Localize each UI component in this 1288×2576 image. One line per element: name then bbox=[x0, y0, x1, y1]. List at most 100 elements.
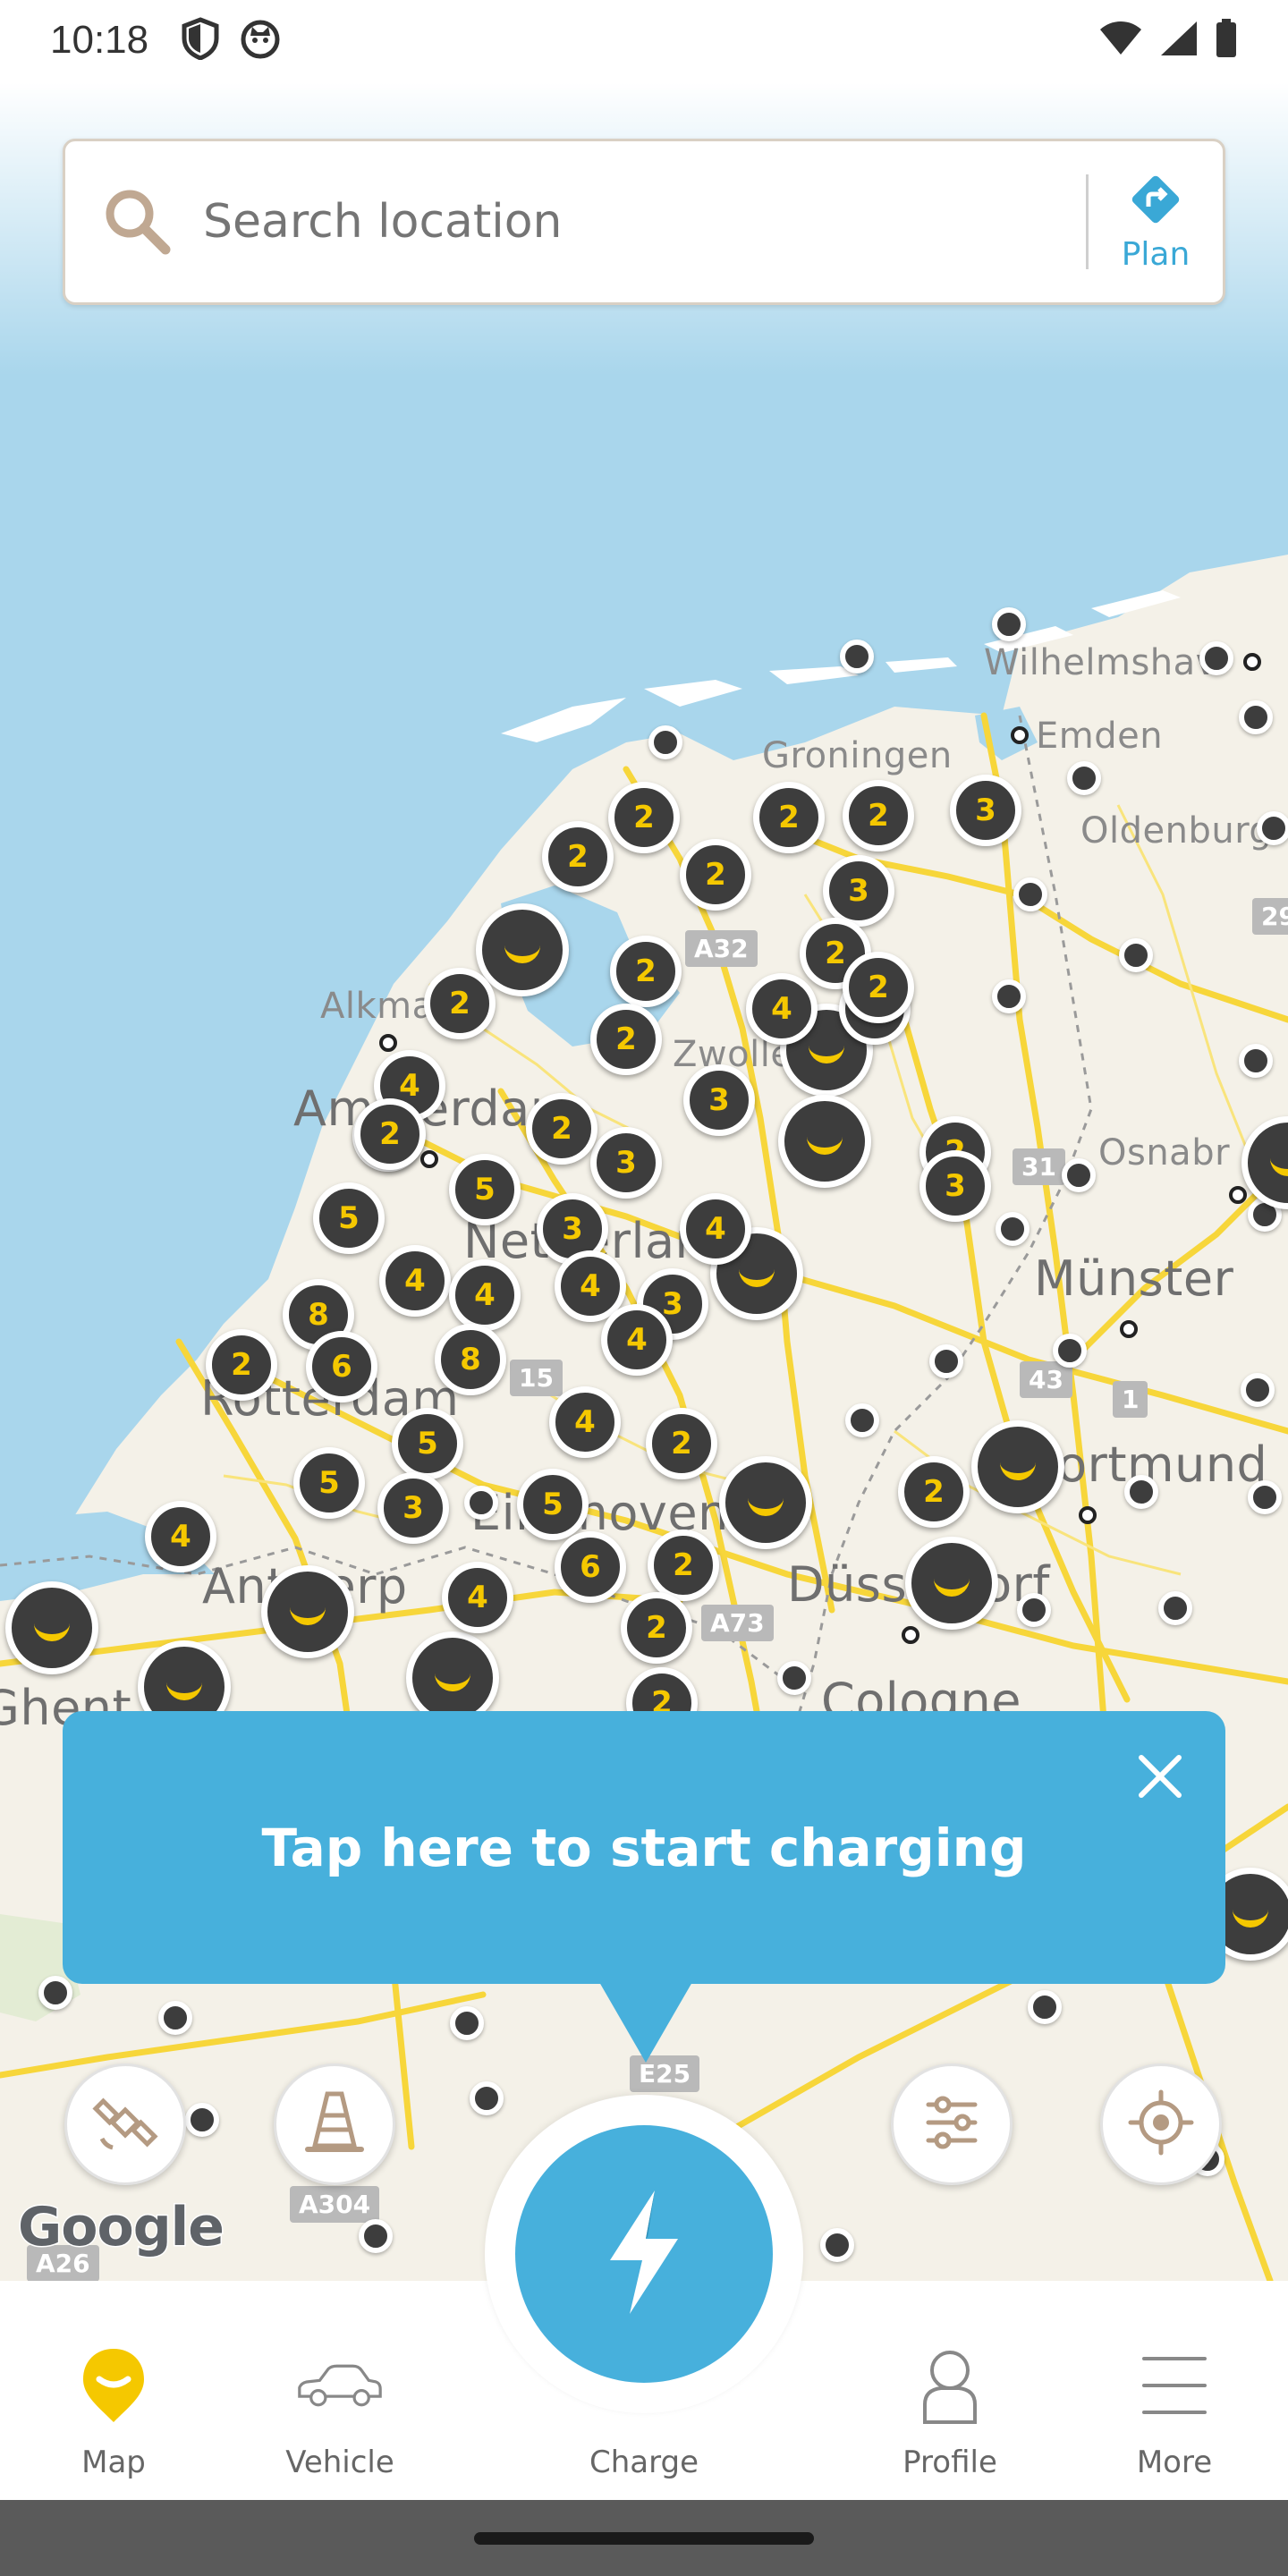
charging-station-marker[interactable] bbox=[840, 640, 874, 674]
charging-station-marker[interactable] bbox=[1028, 1990, 1062, 2024]
cluster-pin[interactable]: 2 bbox=[542, 821, 614, 893]
charging-station-marker[interactable] bbox=[1119, 938, 1153, 972]
charging-station-marker[interactable] bbox=[1013, 877, 1047, 911]
satellite-view-button[interactable] bbox=[64, 2063, 186, 2185]
cluster-pin[interactable]: 2 bbox=[753, 782, 825, 853]
cluster-pin[interactable]: 2 bbox=[898, 1456, 970, 1528]
cluster-pin[interactable]: 2 bbox=[206, 1329, 277, 1401]
cluster-pin[interactable]: 5 bbox=[313, 1182, 385, 1254]
cluster-pin[interactable]: 4 bbox=[379, 1245, 451, 1317]
shield-icon bbox=[181, 16, 220, 64]
charging-hub-pin[interactable] bbox=[778, 1095, 871, 1188]
cluster-pin[interactable]: 3 bbox=[377, 1472, 449, 1544]
charging-hub-pin[interactable] bbox=[905, 1537, 998, 1630]
cluster-pin[interactable]: 5 bbox=[449, 1154, 521, 1225]
charging-station-marker[interactable] bbox=[1241, 1373, 1275, 1407]
home-gesture-handle[interactable] bbox=[474, 2532, 814, 2545]
cluster-pin[interactable]: 2 bbox=[354, 1098, 426, 1170]
cluster-pin[interactable]: 2 bbox=[843, 780, 914, 852]
charging-station-marker[interactable] bbox=[450, 2006, 484, 2040]
sliders-icon bbox=[916, 2087, 987, 2163]
cluster-pin[interactable]: 2 bbox=[610, 936, 682, 1007]
charging-station-marker[interactable] bbox=[820, 2228, 854, 2262]
charging-station-marker[interactable] bbox=[185, 2103, 219, 2137]
cluster-pin[interactable]: 4 bbox=[746, 973, 818, 1045]
cluster-pin[interactable]: 2 bbox=[526, 1093, 597, 1165]
cluster-pin[interactable]: 5 bbox=[517, 1469, 589, 1540]
charging-station-marker[interactable] bbox=[1239, 700, 1273, 734]
cluster-pin[interactable]: 4 bbox=[145, 1501, 216, 1572]
charging-hub-pin[interactable] bbox=[719, 1456, 812, 1549]
charging-tooltip[interactable]: Tap here to start charging bbox=[63, 1711, 1225, 1984]
cluster-pin[interactable]: 2 bbox=[843, 952, 914, 1023]
battery-icon bbox=[1215, 18, 1238, 63]
charging-hub-pin[interactable] bbox=[261, 1565, 354, 1658]
nav-profile-label: Profile bbox=[902, 2445, 997, 2480]
cluster-pin[interactable]: 4 bbox=[442, 1562, 513, 1633]
cluster-pin[interactable]: 4 bbox=[549, 1386, 621, 1458]
plan-label: Plan bbox=[1121, 236, 1191, 273]
cluster-pin[interactable]: 4 bbox=[601, 1304, 673, 1376]
cluster-pin[interactable]: 3 bbox=[919, 1150, 991, 1222]
cluster-pin[interactable]: 2 bbox=[648, 1530, 719, 1601]
close-icon[interactable] bbox=[1129, 1745, 1191, 1808]
start-charging-button[interactable] bbox=[485, 2095, 803, 2413]
nav-more[interactable]: More bbox=[1085, 2281, 1264, 2500]
road-shield-1: 1 bbox=[1113, 1381, 1148, 1418]
cluster-pin[interactable]: 4 bbox=[449, 1259, 521, 1331]
charging-station-marker[interactable] bbox=[1248, 1480, 1282, 1514]
charging-station-marker[interactable] bbox=[158, 2001, 192, 2035]
cluster-pin[interactable]: 2 bbox=[621, 1592, 692, 1664]
charging-station-marker[interactable] bbox=[470, 2081, 504, 2115]
cluster-pin[interactable]: 3 bbox=[823, 855, 894, 927]
cluster-pin[interactable]: 8 bbox=[435, 1324, 506, 1395]
charging-station-marker[interactable] bbox=[929, 1344, 963, 1378]
cluster-pin[interactable]: 3 bbox=[950, 775, 1021, 846]
nav-profile[interactable]: Profile bbox=[860, 2281, 1039, 2500]
cluster-pin[interactable]: 3 bbox=[590, 1127, 662, 1199]
charging-hub-pin[interactable] bbox=[476, 903, 569, 996]
cluster-pin[interactable]: 2 bbox=[590, 1004, 662, 1075]
cluster-pin[interactable]: 4 bbox=[680, 1193, 751, 1265]
charging-station-marker[interactable] bbox=[464, 1486, 498, 1520]
charging-station-marker[interactable] bbox=[996, 1212, 1030, 1246]
search-input[interactable] bbox=[203, 195, 1086, 249]
charging-station-marker[interactable] bbox=[992, 979, 1026, 1013]
my-location-button[interactable] bbox=[1100, 2063, 1222, 2185]
charging-station-marker[interactable] bbox=[1257, 811, 1288, 845]
charging-station-marker[interactable] bbox=[1199, 641, 1233, 675]
charging-hub-pin[interactable] bbox=[5, 1581, 98, 1674]
charging-station-marker[interactable] bbox=[38, 1976, 72, 2010]
charging-station-marker[interactable] bbox=[1239, 1044, 1273, 1078]
nav-map[interactable]: Map bbox=[24, 2281, 203, 2500]
cluster-pin[interactable]: 6 bbox=[306, 1331, 377, 1402]
charging-station-marker[interactable] bbox=[845, 1403, 879, 1437]
charging-hub-pin[interactable] bbox=[971, 1420, 1064, 1513]
traffic-layer-button[interactable] bbox=[274, 2063, 395, 2185]
charging-station-marker[interactable] bbox=[1158, 1591, 1192, 1625]
satellite-icon bbox=[89, 2087, 161, 2163]
charging-station-marker[interactable] bbox=[1067, 761, 1101, 795]
charging-station-marker[interactable] bbox=[1017, 1593, 1051, 1627]
google-logo: Google bbox=[17, 2195, 226, 2260]
cluster-pin[interactable]: 5 bbox=[293, 1447, 365, 1519]
plan-route-button[interactable]: Plan bbox=[1089, 171, 1223, 273]
cluster-pin[interactable]: 3 bbox=[683, 1064, 755, 1136]
filter-button[interactable] bbox=[891, 2063, 1013, 2185]
cluster-pin[interactable]: 2 bbox=[646, 1408, 717, 1479]
cluster-pin[interactable]: 2 bbox=[424, 968, 496, 1039]
charging-station-marker[interactable] bbox=[1053, 1334, 1087, 1368]
nav-vehicle[interactable]: Vehicle bbox=[250, 2281, 429, 2500]
cluster-pin[interactable]: 5 bbox=[392, 1408, 463, 1479]
map-label-emden: Emden bbox=[1036, 716, 1164, 757]
charging-station-marker[interactable] bbox=[777, 1661, 811, 1695]
charging-station-marker[interactable] bbox=[648, 725, 682, 759]
cluster-pin[interactable]: 2 bbox=[608, 782, 680, 853]
charging-station-marker[interactable] bbox=[359, 2219, 393, 2253]
charging-station-marker[interactable] bbox=[992, 607, 1026, 641]
cluster-pin[interactable]: 6 bbox=[555, 1531, 626, 1603]
charging-station-marker[interactable] bbox=[1124, 1475, 1158, 1509]
charging-station-marker[interactable] bbox=[1062, 1158, 1096, 1192]
cluster-pin[interactable]: 2 bbox=[680, 839, 751, 911]
search-bar[interactable]: Plan bbox=[63, 139, 1225, 305]
